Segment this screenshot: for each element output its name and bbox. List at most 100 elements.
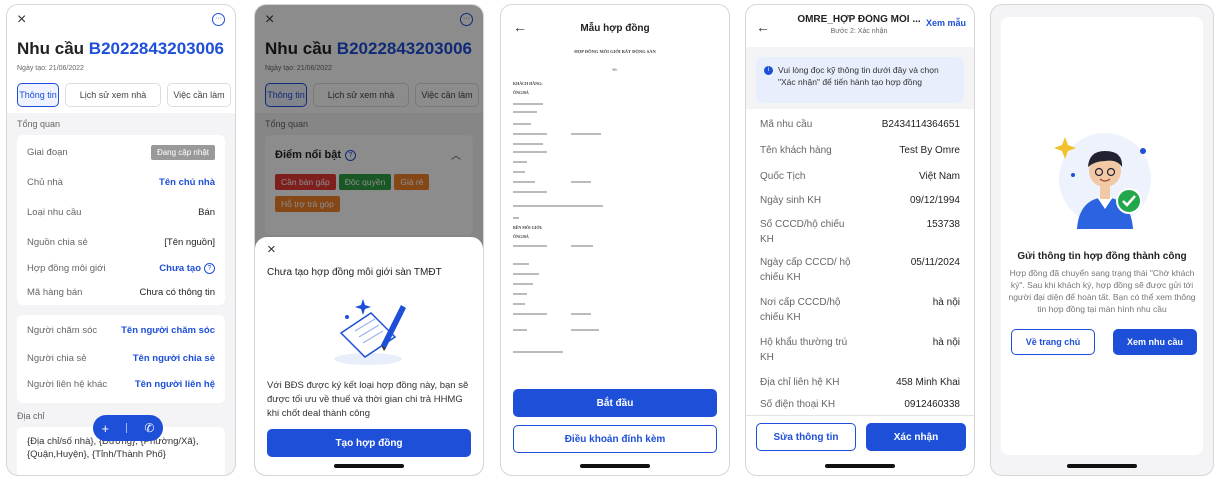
doc-party-b: BÊN MÔI GIỚI: xyxy=(513,225,543,230)
document-preview[interactable]: HỢP ĐỒNG MÔI GIỚI BẤT ĐỘNG SẢN Số: KHÁCH… xyxy=(509,45,721,385)
row-demand-code: Mã nhu cầu B2434114364651 xyxy=(760,117,960,132)
success-title: Gửi thông tin hợp đồng thành công xyxy=(1017,251,1187,262)
success-body: Hợp đồng đã chuyển sang trạng thái "Chờ … xyxy=(1008,268,1196,314)
doc-line xyxy=(513,103,543,105)
screen-contract-success: Gửi thông tin hợp đồng thành công Hợp đồ… xyxy=(990,4,1214,476)
row-label: Địa chỉ liên hệ KH xyxy=(760,377,840,388)
caretaker-link[interactable]: Tên người chăm sóc xyxy=(121,325,215,336)
doc-line xyxy=(571,133,601,135)
doc-party-a: KHÁCH HÀNG: xyxy=(513,81,543,86)
confirm-button[interactable]: Xác nhận xyxy=(866,423,966,451)
doc-line xyxy=(513,245,547,247)
row-value: 153738 xyxy=(926,219,960,230)
row-value: 09/12/1994 xyxy=(909,195,960,206)
tab-todo[interactable]: Việc cần làm xyxy=(167,83,231,107)
row-nationality: Quốc Tịch Việt Nam xyxy=(760,169,960,184)
start-button[interactable]: Bắt đầu xyxy=(513,389,717,417)
doc-line xyxy=(513,273,539,275)
doc-line xyxy=(513,161,527,163)
row-value: hà nội xyxy=(932,297,960,308)
row-residence: Hộ khẩu thường trú KH hà nội xyxy=(760,335,960,365)
preview-link[interactable]: Xem mẫu xyxy=(926,18,966,28)
status-badge: Đang cập nhật xyxy=(150,145,215,160)
doc-line xyxy=(513,293,527,295)
row-label: Hộ khẩu thường trú KH xyxy=(760,337,848,363)
row-birthdate: Ngày sinh KH 09/12/1994 xyxy=(760,193,960,208)
row-value: Chưa có thông tin xyxy=(139,287,215,298)
home-indicator xyxy=(580,464,650,468)
row-id-number: Số CCCD/hộ chiếu KH 153738 xyxy=(760,217,960,247)
row-label: Nơi cấp CCCD/hộ chiếu KH xyxy=(760,297,841,323)
section-address: Địa chỉ xyxy=(17,411,45,421)
page-title: Nhu cầu B2022843203006 xyxy=(17,39,224,59)
doc-line xyxy=(513,133,547,135)
row-label: Mã hàng bán xyxy=(27,287,83,298)
row-value: [Tên nguồn] xyxy=(164,237,215,248)
screen-demand-detail: × ··· Nhu cầu B2022843203006 Ngày tạo: 2… xyxy=(6,4,236,476)
row-value: Bán xyxy=(198,207,215,218)
doc-line xyxy=(513,171,525,173)
row-stage: Giai đoạn Đang cập nhật xyxy=(17,145,225,160)
row-label: Người chia sẻ xyxy=(27,353,87,364)
row-label: Số điện thoại KH xyxy=(760,399,836,410)
edit-info-button[interactable]: Sửa thông tin xyxy=(756,423,856,451)
attached-terms-button[interactable]: Điều khoản đính kèm xyxy=(513,425,717,453)
create-contract-link[interactable]: Chưa tạo xyxy=(159,263,201,274)
close-icon[interactable]: × xyxy=(17,11,26,29)
doc-number: Số: xyxy=(612,67,618,72)
row-sale-code: Mã hàng bán Chưa có thông tin xyxy=(17,287,225,298)
doc-line xyxy=(513,283,533,285)
contract-illustration-icon xyxy=(334,299,406,365)
row-other-contact: Người liên hệ khác Tên người liên hệ xyxy=(17,379,225,390)
go-home-button[interactable]: Về trang chủ xyxy=(1011,329,1095,355)
doc-partner-b: ÔNG/BÀ xyxy=(513,234,529,239)
row-id-place: Nơi cấp CCCD/hộ chiếu KH hà nội xyxy=(760,295,960,325)
doc-line xyxy=(571,329,599,331)
phone-icon[interactable]: ✆ xyxy=(144,421,154,435)
row-label: Số CCCD/hộ chiếu KH xyxy=(760,219,845,245)
demand-code: B2022843203006 xyxy=(88,39,224,58)
home-indicator xyxy=(825,464,895,468)
success-illustration-icon xyxy=(1054,133,1151,229)
fab-actions[interactable]: + ✆ xyxy=(93,415,163,441)
row-label: Ngày cấp CCCD/ hộ chiếu KH xyxy=(760,257,851,283)
doc-line xyxy=(571,245,593,247)
screen-contract-template: ← Mẫu hợp đồng HỢP ĐỒNG MÔI GIỚI BẤT ĐỘN… xyxy=(500,4,730,476)
sheet-close-icon[interactable]: × xyxy=(267,241,276,258)
created-date: Ngày tạo: 21/06/2022 xyxy=(17,65,84,72)
doc-line xyxy=(513,151,547,153)
row-source: Nguồn chia sẻ [Tên nguồn] xyxy=(17,237,225,248)
contact-link[interactable]: Tên người liên hệ xyxy=(135,379,215,390)
row-id-date: Ngày cấp CCCD/ hộ chiếu KH 05/11/2024 xyxy=(760,255,960,285)
page-title: OMRE_HỢP ĐỒNG MÔI ... xyxy=(797,14,921,25)
help-icon[interactable]: ? xyxy=(204,263,215,274)
view-demand-button[interactable]: Xem nhu cầu xyxy=(1113,329,1197,355)
row-value: 05/11/2024 xyxy=(910,257,960,268)
step-subtitle: Bước 2: Xác nhận xyxy=(830,28,888,35)
doc-line xyxy=(513,263,529,265)
title-prefix: Nhu cầu xyxy=(17,39,85,58)
owner-link[interactable]: Tên chủ nhà xyxy=(159,177,215,188)
row-label: Ngày sinh KH xyxy=(760,195,822,206)
notice-text: Vui lòng đọc kỹ thông tin dưới đây và ch… xyxy=(778,65,939,87)
row-label: Người chăm sóc xyxy=(27,325,98,336)
notice-box: i Vui lòng đọc kỹ thông tin dưới đây và … xyxy=(756,57,964,103)
sheet-body: Với BĐS được ký kết loại hợp đồng này, b… xyxy=(267,380,469,419)
row-value: B2434114364651 xyxy=(881,119,960,130)
create-contract-button[interactable]: Tạo hợp đồng xyxy=(267,429,471,457)
sharer-link[interactable]: Tên người chia sẻ xyxy=(133,353,215,364)
row-contact-address: Địa chỉ liên hệ KH 458 Minh Khai xyxy=(760,375,960,390)
row-owner: Chủ nhà Tên chủ nhà xyxy=(17,177,225,188)
row-label: Người liên hệ khác xyxy=(27,379,108,390)
chat-icon[interactable]: ··· xyxy=(212,13,225,26)
info-icon: i xyxy=(764,66,773,75)
add-icon[interactable]: + xyxy=(102,421,110,436)
row-contract: Hợp đồng môi giới Chưa tạo? xyxy=(17,263,225,274)
row-label: Quốc Tịch xyxy=(760,171,806,182)
tab-view-history[interactable]: Lịch sử xem nhà xyxy=(65,83,161,107)
screen-contract-not-created: × ··· Nhu cầu B2022843203006 Ngày tạo: 2… xyxy=(254,4,484,476)
row-value: Việt Nam xyxy=(919,171,960,182)
tab-info[interactable]: Thông tin xyxy=(17,83,59,107)
row-label: Giai đoạn xyxy=(27,147,68,158)
back-arrow-icon[interactable]: ← xyxy=(756,19,770,35)
